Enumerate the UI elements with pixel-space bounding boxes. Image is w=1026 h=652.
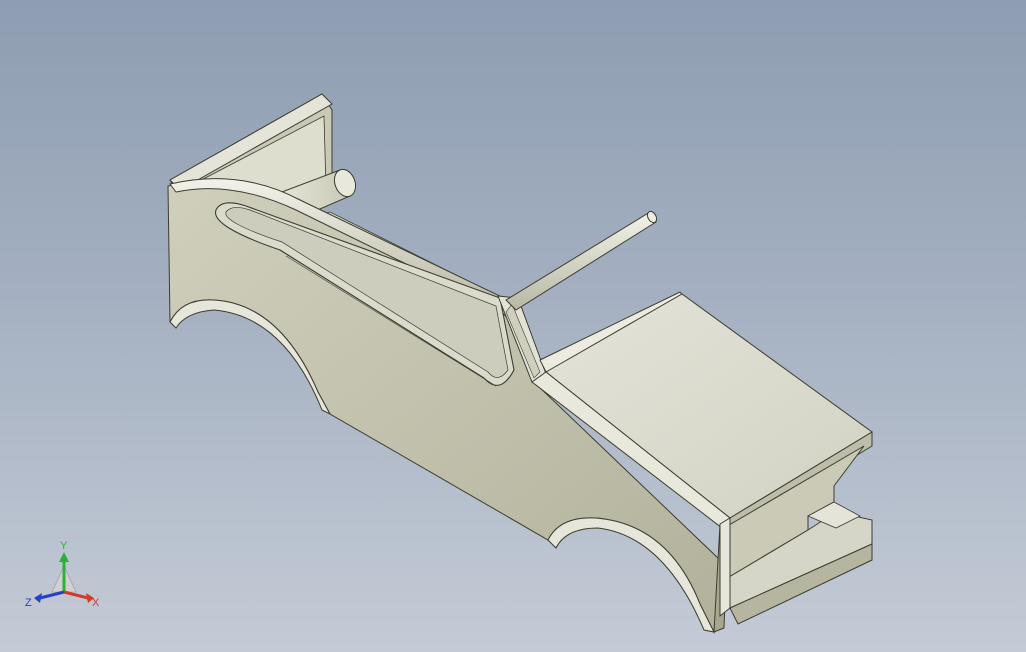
steering-rod: [505, 210, 658, 311]
x-axis-icon: [63, 590, 89, 600]
x-axis-label: X: [92, 597, 100, 609]
z-axis-icon: [39, 590, 65, 600]
y-axis-label: Y: [60, 540, 68, 552]
graphics-viewport[interactable]: Y X Z: [0, 0, 1026, 652]
z-axis-label: Z: [25, 597, 32, 609]
car-body-model[interactable]: [0, 0, 1026, 652]
coordinate-triad: Y X Z: [22, 536, 106, 616]
